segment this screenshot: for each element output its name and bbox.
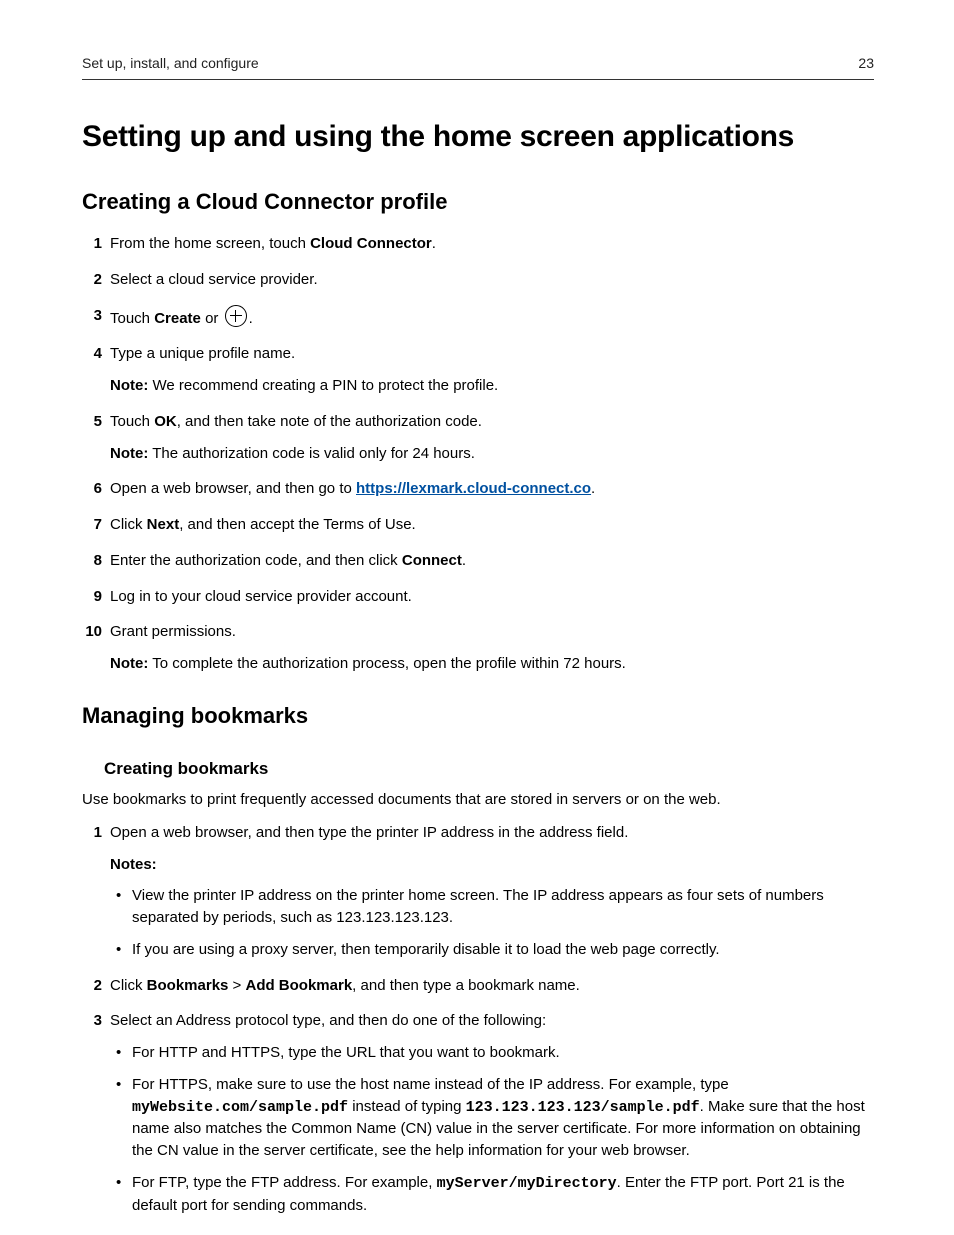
section-heading-bookmarks: Managing bookmarks bbox=[82, 703, 874, 729]
list-item: Open a web browser, and then go to https… bbox=[82, 478, 874, 500]
list-item: Select a cloud service provider. bbox=[82, 269, 874, 291]
bookmarks-steps: Open a web browser, and then type the pr… bbox=[82, 822, 874, 1217]
list-item: Touch OK, and then take note of the auth… bbox=[82, 411, 874, 465]
note: Note: The authorization code is valid on… bbox=[110, 443, 874, 465]
header-page-number: 23 bbox=[858, 55, 874, 71]
list-item: Click Next, and then accept the Terms of… bbox=[82, 514, 874, 536]
list-item: If you are using a proxy server, then te… bbox=[110, 939, 874, 961]
note: Note: To complete the authorization proc… bbox=[110, 653, 874, 675]
list-item: Open a web browser, and then type the pr… bbox=[82, 822, 874, 961]
list-item: Log in to your cloud service provider ac… bbox=[82, 586, 874, 608]
header-section: Set up, install, and configure bbox=[82, 55, 259, 71]
list-item: Enter the authorization code, and then c… bbox=[82, 550, 874, 572]
list-item: Grant permissions. Note: To complete the… bbox=[82, 621, 874, 675]
cloud-connect-link[interactable]: https://lexmark.cloud-connect.co bbox=[356, 480, 591, 497]
page-header: Set up, install, and configure 23 bbox=[82, 55, 874, 80]
address-protocol-bullets: For HTTP and HTTPS, type the URL that yo… bbox=[110, 1042, 874, 1216]
list-item: For FTP, type the FTP address. For examp… bbox=[110, 1172, 874, 1217]
list-item: Select an Address protocol type, and the… bbox=[82, 1010, 874, 1216]
plus-circle-icon bbox=[225, 305, 247, 327]
notes-bullets: View the printer IP address on the print… bbox=[110, 885, 874, 960]
list-item: For HTTP and HTTPS, type the URL that yo… bbox=[110, 1042, 874, 1064]
intro-text: Use bookmarks to print frequently access… bbox=[82, 791, 874, 808]
list-item: For HTTPS, make sure to use the host nam… bbox=[110, 1074, 874, 1162]
list-item: Touch Create or . bbox=[82, 305, 874, 330]
note: Note: We recommend creating a PIN to pro… bbox=[110, 375, 874, 397]
list-item: View the printer IP address on the print… bbox=[110, 885, 874, 929]
list-item: Click Bookmarks > Add Bookmark, and then… bbox=[82, 975, 874, 997]
cloud-connector-steps: From the home screen, touch Cloud Connec… bbox=[82, 233, 874, 675]
section-heading-cloud-connector: Creating a Cloud Connector profile bbox=[82, 189, 874, 215]
list-item: From the home screen, touch Cloud Connec… bbox=[82, 233, 874, 255]
notes-label: Notes: bbox=[110, 854, 874, 876]
page-title: Setting up and using the home screen app… bbox=[82, 120, 874, 154]
document-page: Set up, install, and configure 23 Settin… bbox=[0, 0, 954, 1235]
subsection-heading-creating-bookmarks: Creating bookmarks bbox=[104, 759, 874, 779]
list-item: Type a unique profile name. Note: We rec… bbox=[82, 343, 874, 397]
